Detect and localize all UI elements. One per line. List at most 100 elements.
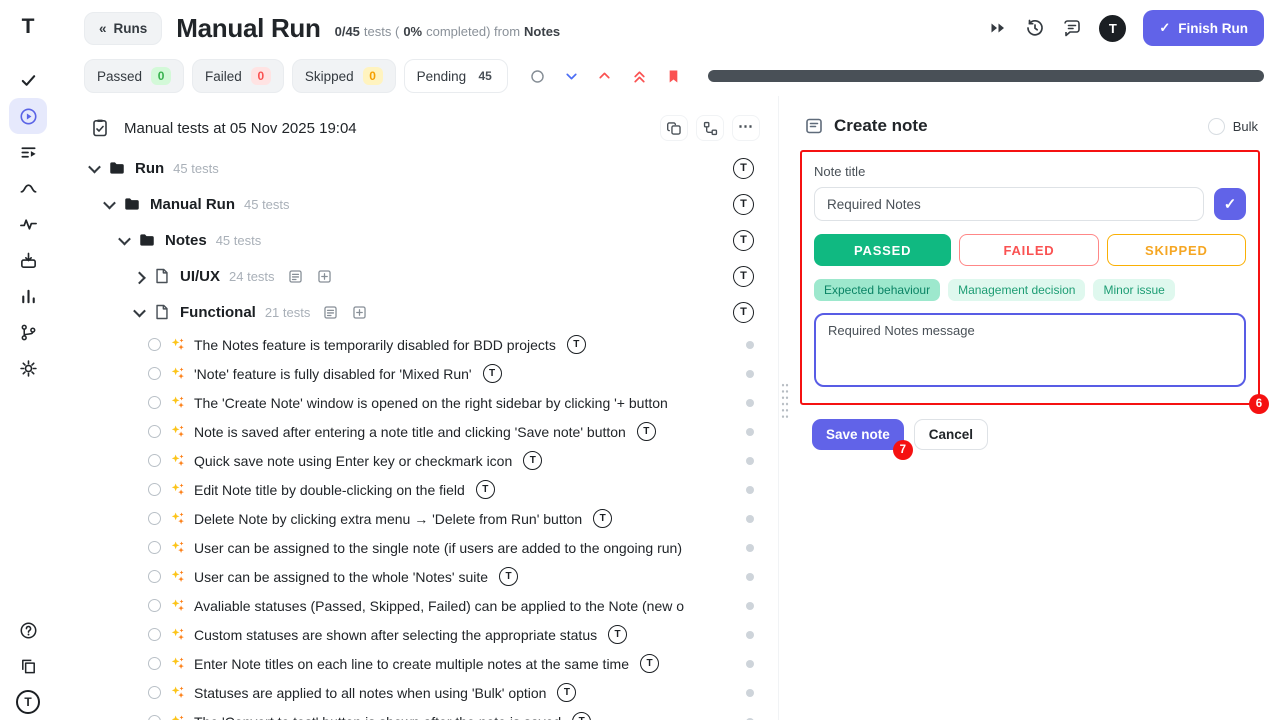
assignee-avatar[interactable]: T bbox=[557, 683, 576, 702]
status-failed-button[interactable]: FAILED bbox=[959, 234, 1098, 266]
filter-pending-chip[interactable]: Pending 45 bbox=[404, 59, 509, 93]
filter-failed-chip[interactable]: Failed 0 bbox=[192, 59, 284, 93]
chevron-down-icon[interactable] bbox=[88, 160, 101, 173]
assignee-avatar[interactable]: T bbox=[567, 335, 586, 354]
test-row[interactable]: The 'Create Note' window is opened on th… bbox=[56, 388, 778, 417]
row-handle-dot[interactable] bbox=[746, 573, 754, 581]
row-handle-dot[interactable] bbox=[746, 370, 754, 378]
test-row[interactable]: User can be assigned to the single note … bbox=[56, 533, 778, 562]
test-row[interactable]: Delete Note by clicking extra menu → 'De… bbox=[56, 504, 778, 533]
note-title-input[interactable] bbox=[814, 187, 1204, 221]
filter-passed-chip[interactable]: Passed 0 bbox=[84, 59, 184, 93]
test-title[interactable]: Quick save note using Enter key or check… bbox=[194, 453, 512, 469]
copy-run-button[interactable] bbox=[660, 115, 688, 141]
row-handle-dot[interactable] bbox=[746, 341, 754, 349]
add-test-icon[interactable] bbox=[351, 304, 368, 321]
test-row[interactable]: Note is saved after entering a note titl… bbox=[56, 417, 778, 446]
assignee-avatar[interactable]: T bbox=[733, 230, 754, 251]
assignee-avatar[interactable]: T bbox=[733, 158, 754, 179]
user-avatar[interactable]: T bbox=[1099, 15, 1126, 42]
panel-resize-handle[interactable] bbox=[778, 96, 790, 720]
assignee-avatar[interactable]: T bbox=[523, 451, 542, 470]
pulse-icon[interactable] bbox=[9, 206, 47, 242]
test-status-circle[interactable] bbox=[148, 570, 161, 583]
app-logo[interactable]: T bbox=[22, 8, 35, 46]
tests-check-icon[interactable] bbox=[9, 62, 47, 98]
note-message-textarea[interactable] bbox=[814, 313, 1246, 387]
test-row[interactable]: The Notes feature is temporarily disable… bbox=[56, 330, 778, 359]
test-status-circle[interactable] bbox=[148, 628, 161, 641]
row-handle-dot[interactable] bbox=[746, 689, 754, 697]
test-status-circle[interactable] bbox=[148, 599, 161, 612]
assignee-avatar[interactable]: T bbox=[499, 567, 518, 586]
chevron-right-icon[interactable] bbox=[133, 271, 146, 284]
test-title[interactable]: The Notes feature is temporarily disable… bbox=[194, 337, 556, 353]
assignee-avatar[interactable]: T bbox=[733, 302, 754, 323]
finish-run-button[interactable]: ✓ Finish Run bbox=[1143, 10, 1264, 46]
tree-suite-functional[interactable]: Functional 21 tests T bbox=[56, 294, 778, 330]
test-title[interactable]: User can be assigned to the single note … bbox=[194, 540, 682, 556]
chevron-down-icon[interactable] bbox=[133, 304, 146, 317]
tag-expected-behaviour[interactable]: Expected behaviour bbox=[814, 279, 940, 301]
import-icon[interactable] bbox=[9, 242, 47, 278]
quick-save-check-button[interactable]: ✓ bbox=[1214, 188, 1246, 220]
test-status-circle[interactable] bbox=[148, 338, 161, 351]
add-test-icon[interactable] bbox=[316, 268, 333, 285]
row-handle-dot[interactable] bbox=[746, 486, 754, 494]
row-handle-dot[interactable] bbox=[746, 399, 754, 407]
row-handle-dot[interactable] bbox=[746, 544, 754, 552]
chevron-down-icon[interactable] bbox=[118, 232, 131, 245]
test-status-circle[interactable] bbox=[148, 715, 161, 720]
bookmark-icon[interactable] bbox=[660, 63, 686, 89]
fast-forward-icon[interactable] bbox=[988, 18, 1008, 38]
assignee-avatar[interactable]: T bbox=[476, 480, 495, 499]
cancel-button[interactable]: Cancel bbox=[914, 419, 988, 450]
assignee-avatar[interactable]: T bbox=[608, 625, 627, 644]
test-title[interactable]: Avaliable statuses (Passed, Skipped, Fai… bbox=[194, 598, 684, 614]
double-up-icon[interactable] bbox=[626, 63, 652, 89]
profile-logo-icon[interactable]: T bbox=[9, 684, 47, 720]
tree-folder-notes[interactable]: Notes 45 tests T bbox=[56, 222, 778, 258]
drag-dots-icon[interactable] bbox=[781, 382, 789, 420]
test-title[interactable]: Edit Note title by double-clicking on th… bbox=[194, 482, 465, 498]
test-row[interactable]: Quick save note using Enter key or check… bbox=[56, 446, 778, 475]
add-note-icon[interactable] bbox=[322, 304, 339, 321]
tree-folder-manual-run[interactable]: Manual Run 45 tests T bbox=[56, 186, 778, 222]
test-title[interactable]: Note is saved after entering a note titl… bbox=[194, 424, 626, 440]
assignee-avatar[interactable]: T bbox=[733, 194, 754, 215]
test-status-circle[interactable] bbox=[148, 396, 161, 409]
row-handle-dot[interactable] bbox=[746, 457, 754, 465]
scroll-up-icon[interactable] bbox=[592, 63, 618, 89]
assignee-avatar[interactable]: T bbox=[593, 509, 612, 528]
test-title[interactable]: The 'Create Note' window is opened on th… bbox=[194, 395, 668, 411]
test-title[interactable]: Custom statuses are shown after selectin… bbox=[194, 627, 597, 643]
status-skipped-button[interactable]: SKIPPED bbox=[1107, 234, 1246, 266]
row-handle-dot[interactable] bbox=[746, 602, 754, 610]
save-note-button[interactable]: Save note 7 bbox=[812, 419, 904, 450]
test-title[interactable]: Delete Note by clicking extra menu → 'De… bbox=[194, 511, 582, 527]
test-row[interactable]: User can be assigned to the whole 'Notes… bbox=[56, 562, 778, 591]
report-chart-icon[interactable] bbox=[9, 278, 47, 314]
comment-icon[interactable] bbox=[1062, 18, 1082, 38]
assignee-avatar[interactable]: T bbox=[733, 266, 754, 287]
tree-folder-run[interactable]: Run 45 tests T bbox=[56, 150, 778, 186]
row-handle-dot[interactable] bbox=[746, 515, 754, 523]
run-list-icon[interactable] bbox=[9, 134, 47, 170]
test-status-circle[interactable] bbox=[148, 512, 161, 525]
tag-management-decision[interactable]: Management decision bbox=[948, 279, 1085, 301]
test-status-circle[interactable] bbox=[148, 483, 161, 496]
test-status-circle[interactable] bbox=[148, 657, 161, 670]
test-status-circle[interactable] bbox=[148, 541, 161, 554]
help-icon[interactable] bbox=[9, 612, 47, 648]
bulk-toggle[interactable]: Bulk bbox=[1208, 118, 1258, 135]
test-status-circle[interactable] bbox=[148, 454, 161, 467]
status-passed-button[interactable]: PASSED bbox=[814, 234, 951, 266]
tree-suite-uiux[interactable]: UI/UX 24 tests T bbox=[56, 258, 778, 294]
scroll-down-icon[interactable] bbox=[558, 63, 584, 89]
filter-skipped-chip[interactable]: Skipped 0 bbox=[292, 59, 396, 93]
history-timer-icon[interactable] bbox=[1025, 18, 1045, 38]
assignee-avatar[interactable]: T bbox=[483, 364, 502, 383]
test-title[interactable]: 'Note' feature is fully disabled for 'Mi… bbox=[194, 366, 472, 382]
test-title[interactable]: Statuses are applied to all notes when u… bbox=[194, 685, 546, 701]
tag-minor-issue[interactable]: Minor issue bbox=[1093, 279, 1174, 301]
